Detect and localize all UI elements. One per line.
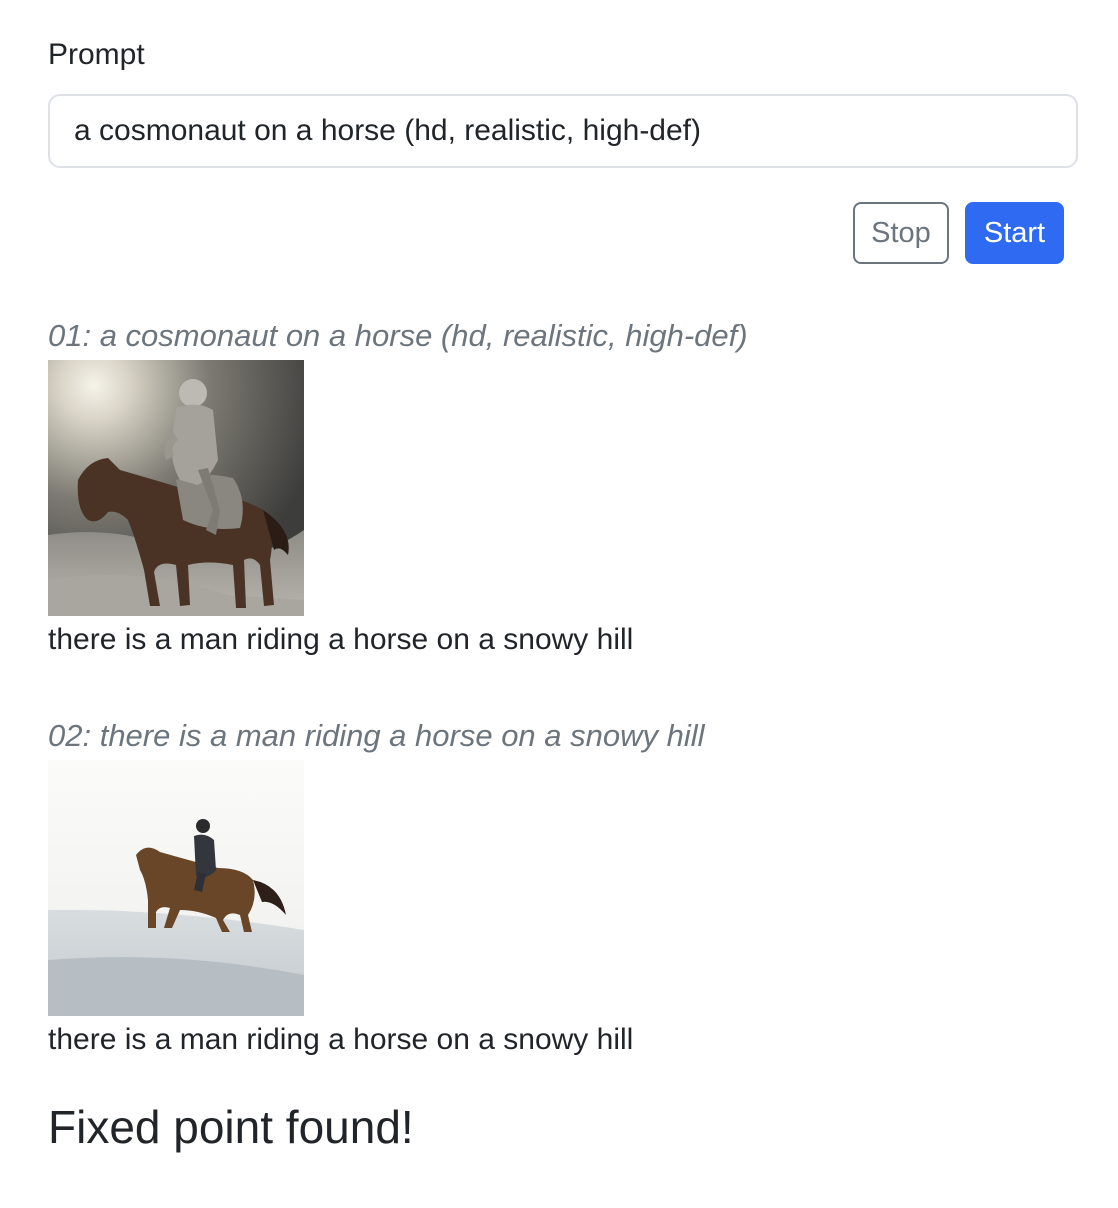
step-title: 02: there is a man riding a horse on a s… (48, 718, 705, 753)
step-title: 01: a cosmonaut on a horse (hd, realisti… (48, 318, 748, 353)
prompt-input[interactable] (48, 94, 1078, 168)
generated-image (48, 360, 304, 616)
cosmonaut-on-horse-image (48, 360, 304, 616)
rider-on-snowy-hill-image (48, 760, 304, 1016)
start-button[interactable]: Start (965, 202, 1064, 264)
image-caption: there is a man riding a horse on a snowy… (48, 623, 634, 656)
page: Prompt Stop Start 01: a cosmonaut on a h… (0, 0, 1118, 1208)
image-caption: there is a man riding a horse on a snowy… (48, 1023, 634, 1056)
stop-button[interactable]: Stop (853, 202, 949, 264)
prompt-label: Prompt (48, 38, 145, 71)
generated-image (48, 760, 304, 1016)
result-heading: Fixed point found! (48, 1101, 414, 1153)
